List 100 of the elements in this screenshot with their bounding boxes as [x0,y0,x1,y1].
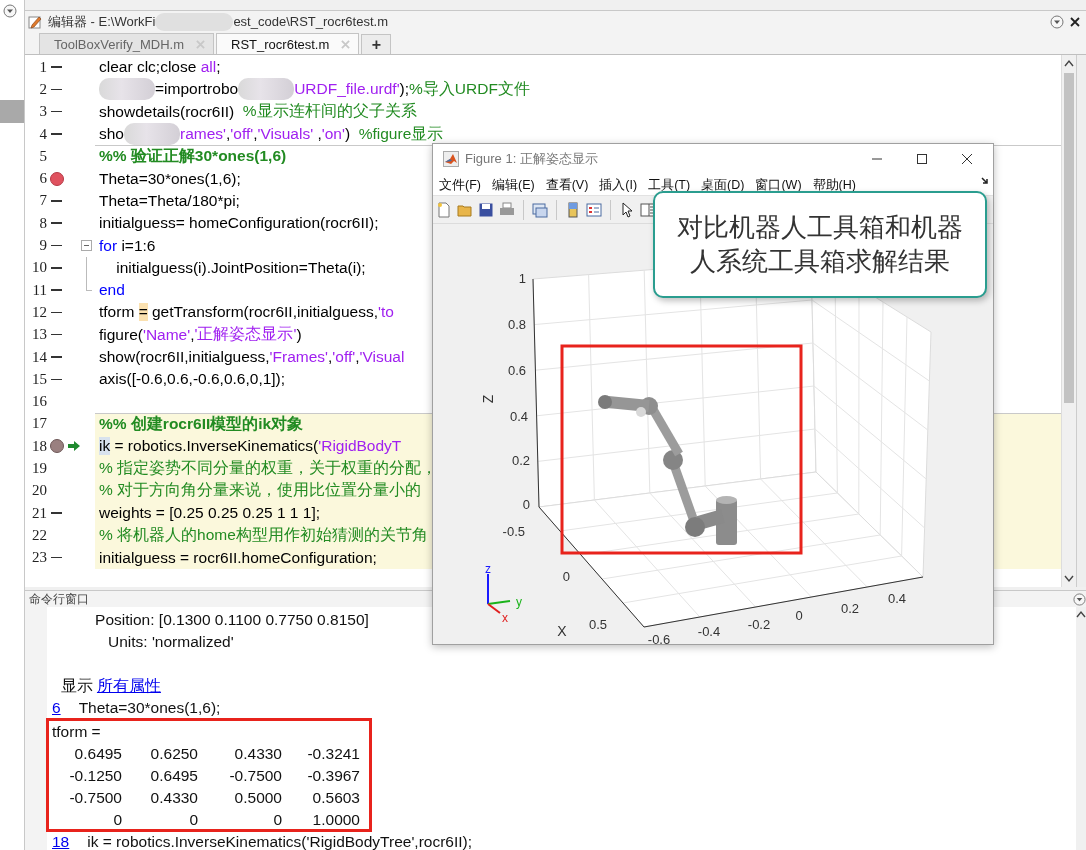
output-text: ik = robotics.InverseKinematics('RigidBodyTree',rocr6II); [87,833,473,850]
executable-line-marker[interactable] [51,267,62,269]
matrix-value: 0 [113,811,122,829]
scrollbar[interactable] [1061,55,1076,587]
executable-line-marker[interactable] [51,356,62,358]
scroll-up-icon[interactable] [1064,59,1074,67]
axis-tick-label: 0.2 [840,601,860,616]
executable-line-marker[interactable] [51,133,62,135]
close-icon[interactable] [1070,16,1080,27]
panel-title: 命令行窗口 [29,590,89,608]
executable-line-marker[interactable] [51,244,62,247]
triad-label: x [502,611,508,625]
callout-text: 对比机器人工具箱和机器人系统工具箱求解结果 [676,210,964,278]
menu-item[interactable]: 编辑(E) [491,177,535,194]
code-line: figure('Name','正解姿态显示') [98,324,302,345]
executable-line-marker[interactable] [51,556,62,559]
executable-line-marker[interactable] [51,88,62,91]
file-tab[interactable]: ToolBoxVerify_MDH.m [39,33,215,54]
menu-item[interactable]: 帮助(H) [812,177,856,194]
axis-tick-label: 0.6 [507,363,526,378]
output-text: Theta=30*ones(1,6); [78,699,221,717]
executable-line-marker[interactable] [51,200,62,202]
executable-line-marker[interactable] [51,512,62,514]
breakpoint-dot[interactable] [50,171,64,186]
line-number: 19 [31,460,47,477]
dropdown-icon[interactable] [3,4,17,18]
matrix-value: 0.5603 [312,789,360,807]
line-number: 1 [38,58,47,76]
matrix-value: -0.3967 [307,767,360,785]
matrix-value: 0.4330 [150,789,198,807]
code-line: initialguess(i).JointPosition=Theta(i); [115,257,366,278]
output-text: Units: 'normalized' [106,633,234,651]
menu-item[interactable]: 文件(F) [439,177,481,194]
dropdown-icon[interactable] [1050,14,1064,29]
code-line: for i=1:6 [98,235,156,256]
axis-tick-label: -0.6 [647,632,671,644]
scroll-up-icon[interactable] [1076,610,1086,618]
code-line: =importrobo URDF_file.urdf');%导入URDF文件 [95,78,530,101]
dropdown-icon[interactable] [1073,592,1086,606]
menu-item[interactable]: 桌面(D) [701,177,745,194]
menu-item[interactable]: 查看(V) [545,177,589,194]
executable-line-marker[interactable] [51,222,62,224]
triad-label: y [516,595,522,609]
matrix-value: -0.7500 [229,767,282,785]
dock-arrow-icon[interactable] [981,177,989,185]
axis-tick-label: 0.4 [509,409,528,424]
output-text: Position: [0.1300 0.1100 0.7750 0.8150] [94,611,369,629]
window-title: 编辑器 - E:\WorkFi est_code\RST_rocr6test.m [48,12,388,31]
line-number: 3 [38,103,47,121]
matrix-value: 0.6495 [74,745,122,763]
executable-line-marker[interactable] [51,311,62,314]
window-link-icon[interactable] [532,201,548,218]
line-number: 8 [38,214,47,232]
legend-icon[interactable] [586,201,602,218]
output-text: 显示 [59,675,94,696]
colorbar-icon[interactable] [565,201,581,218]
axis-tick-label: 0.4 [887,591,907,606]
menu-item[interactable]: 插入(I) [599,177,638,194]
executable-line-marker[interactable] [51,111,62,113]
executable-line-marker[interactable] [51,333,62,336]
executable-line-marker[interactable] [51,289,62,291]
executable-line-marker[interactable] [51,66,62,68]
line-number: 22 [31,526,47,544]
axis-tick-label: -0.4 [697,624,721,639]
output-link[interactable]: 所有属性 [96,675,161,697]
scroll-thumb[interactable] [1064,73,1074,403]
matlab-logo-icon [443,150,459,167]
axis-label: X [557,623,567,639]
line-link[interactable]: 18 [52,833,88,850]
scroll-down-icon[interactable] [1064,575,1074,583]
file-tab[interactable]: RST_rocr6test.m [216,33,360,54]
maximize-icon[interactable] [916,152,928,165]
line-link[interactable]: 6 [52,699,79,717]
code-line: initialguess= homeConfiguration(rocr6II); [98,213,379,234]
code-line: sho rames','off','Visuals' ,'on') %figure显示 [95,122,444,146]
close-icon[interactable] [961,152,973,165]
line-number: 11 [31,281,47,299]
pointer-icon[interactable] [619,201,635,218]
line-number: 16 [31,393,47,411]
line-number: 9 [38,237,47,254]
line-number: 5 [38,147,47,165]
fold-toggle[interactable] [81,240,92,251]
window-title: Figure 1: 正解姿态显示 [465,149,598,168]
line-number: 12 [31,303,47,321]
menu-item[interactable]: 窗口(W) [755,177,802,194]
line-number: 6 [38,170,47,188]
breakpoint-dot[interactable] [50,439,64,454]
axis-tick-label: -0.5 [502,524,525,539]
axis-label: Z [480,394,496,404]
line-number: 21 [31,504,47,522]
save-icon[interactable] [478,201,494,218]
executable-line-marker[interactable] [51,378,62,381]
line-number: 2 [38,80,47,98]
output-text: tform = [52,723,101,741]
matrix-value: 0.4330 [234,745,282,763]
code-line: clear clc;close all; [98,57,221,78]
matrix-value: 0.5000 [234,789,282,807]
new-tab-button[interactable]: + [361,34,392,54]
printer-icon[interactable] [499,201,515,218]
line-number: 13 [31,326,47,344]
